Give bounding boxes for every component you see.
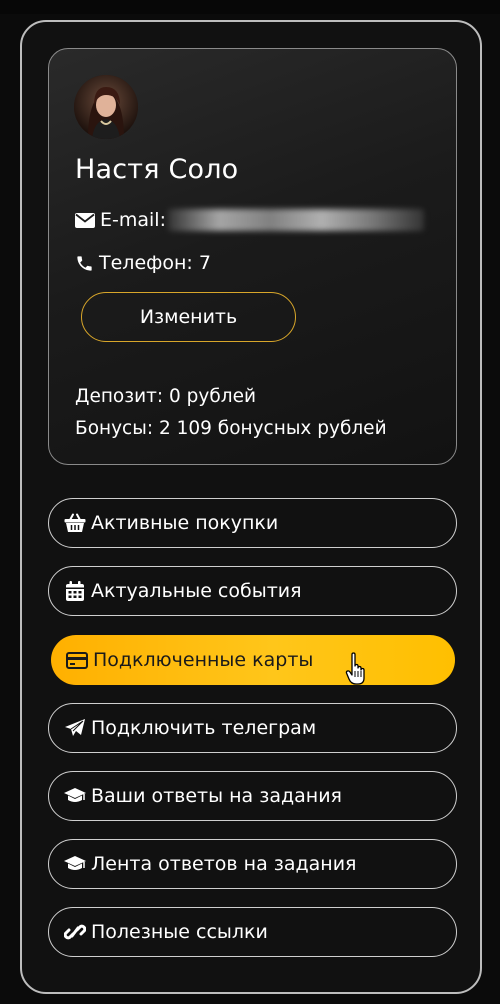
envelope-icon [75, 212, 95, 228]
email-row: E-mail: [75, 209, 424, 231]
phone-icon [75, 254, 94, 273]
profile-name: Настя Соло [75, 154, 239, 185]
menu-item-current-events[interactable]: Актуальные события [48, 566, 457, 616]
menu-item-connected-cards[interactable]: Подключенные карты [51, 635, 455, 685]
menu-item-label: Полезные ссылки [91, 921, 268, 943]
menu-item-label: Лента ответов на задания [91, 853, 357, 875]
hand-pointer-cursor [345, 652, 369, 686]
menu-item-active-purchases[interactable]: Активные покупки [48, 498, 457, 548]
avatar[interactable] [74, 75, 138, 139]
basket-icon [63, 513, 87, 533]
email-value-redacted [167, 209, 424, 231]
deposit-text: Депозит: 0 рублей [75, 386, 256, 407]
credit-card-icon [65, 651, 89, 669]
menu-item-label: Подключить телеграм [91, 717, 317, 739]
link-icon [63, 922, 87, 942]
top-strip [0, 0, 500, 14]
graduation-cap-icon [63, 855, 87, 873]
bonus-text: Бонусы: 2 109 бонусных рублей [75, 418, 387, 439]
edit-profile-button[interactable]: Изменить [81, 292, 296, 342]
phone-label: Телефон: [99, 252, 193, 274]
menu-item-label: Актуальные события [91, 580, 302, 602]
menu-item-label: Подключенные карты [93, 649, 314, 671]
menu-item-label: Активные покупки [91, 512, 279, 534]
calendar-icon [63, 581, 87, 601]
menu-item-your-answers[interactable]: Ваши ответы на задания [48, 771, 457, 821]
phone-row: Телефон: 7 [75, 252, 211, 274]
graduation-cap-icon [63, 787, 87, 805]
menu-item-useful-links[interactable]: Полезные ссылки [48, 907, 457, 957]
menu-item-label: Ваши ответы на задания [91, 785, 342, 807]
email-label: E-mail: [100, 209, 166, 231]
paper-plane-icon [63, 718, 87, 738]
menu-item-connect-telegram[interactable]: Подключить телеграм [48, 703, 457, 753]
menu-item-answers-feed[interactable]: Лента ответов на задания [48, 839, 457, 889]
phone-value: 7 [198, 252, 211, 274]
